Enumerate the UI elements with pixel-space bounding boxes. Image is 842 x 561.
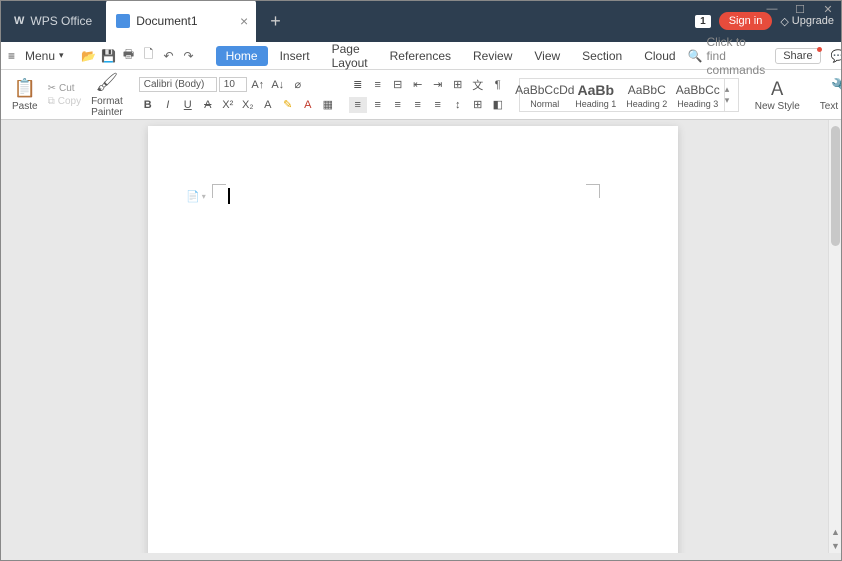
tab-home[interactable]: Home — [216, 46, 268, 66]
tab-type-button[interactable]: ⊞ — [449, 77, 467, 93]
print-preview-icon[interactable]: 🗋 — [140, 47, 158, 65]
new-style-button[interactable]: Ａ New Style — [751, 77, 804, 112]
undo-icon[interactable]: ↶ — [160, 47, 178, 65]
document-area[interactable]: 📄 — [0, 120, 828, 553]
cut-button[interactable]: ✂ Cut — [48, 83, 82, 94]
styles-gallery: AaBbCcDd Normal AaBb Heading 1 AaBbC Hea… — [519, 78, 739, 112]
document-icon — [116, 14, 130, 28]
align-center-button[interactable]: ≡ — [369, 97, 387, 113]
chevron-down-icon: ▾ — [59, 50, 64, 61]
menubar: ≡ Menu ▾ 📂 💾 🖶 🗋 ↶ ↷ Home Insert Page La… — [0, 42, 842, 70]
window-maximize[interactable]: ☐ — [786, 0, 814, 18]
style-normal[interactable]: AaBbCcDd Normal — [520, 79, 570, 111]
quick-access-toolbar: 📂 💾 🖶 🗋 ↶ ↷ — [80, 47, 198, 65]
paste-icon: 📋 — [14, 77, 36, 99]
increase-indent-button[interactable]: ⇥ — [429, 77, 447, 93]
paragraph-group: ≣ ≡ ⊟ ⇤ ⇥ ⊞ 文 ¶ ≡ ≡ ≡ ≡ ≡ ↕ ⊞ ◧ — [349, 77, 507, 113]
italic-button[interactable]: I — [159, 97, 177, 113]
new-style-icon: Ａ — [766, 77, 788, 99]
tab-section[interactable]: Section — [572, 46, 632, 66]
print-icon[interactable]: 🖶 — [120, 47, 138, 65]
margin-corner-tl — [212, 184, 226, 198]
font-group: Calibri (Body) 10 A↑ A↓ ⌀ B I U A X² X₂ … — [139, 77, 337, 113]
tab-review[interactable]: Review — [463, 46, 522, 66]
page[interactable]: 📄 — [148, 126, 678, 553]
share-button[interactable]: Share — [775, 48, 820, 64]
strikethrough-button[interactable]: A — [199, 97, 217, 113]
window-minimize[interactable]: — — [758, 0, 786, 18]
tab-insert[interactable]: Insert — [270, 46, 320, 66]
subscript-button[interactable]: X₂ — [239, 97, 257, 113]
margin-corner-tr — [586, 184, 600, 198]
menu-hamburger-icon[interactable]: ≡ — [8, 49, 15, 63]
window-close[interactable]: ✕ — [814, 0, 842, 18]
app-tab[interactable]: W WPS Office — [0, 0, 106, 42]
paste-group[interactable]: 📋 Paste — [8, 77, 42, 112]
underline-button[interactable]: U — [179, 97, 197, 113]
multilevel-button[interactable]: ⊟ — [389, 77, 407, 93]
text-effects-button[interactable]: A — [259, 97, 277, 113]
text-cursor — [228, 188, 230, 204]
style-heading2[interactable]: AaBbC Heading 2 — [622, 79, 672, 111]
align-right-button[interactable]: ≡ — [389, 97, 407, 113]
grow-font-icon[interactable]: A↑ — [249, 77, 267, 93]
search-icon: 🔍 — [688, 49, 703, 63]
menu-dropdown[interactable]: Menu ▾ — [17, 47, 72, 65]
save-icon[interactable]: 💾 — [100, 47, 118, 65]
superscript-button[interactable]: X² — [219, 97, 237, 113]
paragraph-mark-icon: 📄 — [186, 189, 198, 203]
bold-button[interactable]: B — [139, 97, 157, 113]
app-name: WPS Office — [30, 14, 92, 28]
open-icon[interactable]: 📂 — [80, 47, 98, 65]
styles-more-button[interactable]: ▴▾ — [724, 79, 738, 111]
document-name: Document1 — [136, 14, 197, 28]
text-tools-button[interactable]: 🔧 Text Tools — [816, 77, 842, 112]
shrink-font-icon[interactable]: A↓ — [269, 77, 287, 93]
style-heading1[interactable]: AaBb Heading 1 — [571, 79, 621, 111]
decrease-indent-button[interactable]: ⇤ — [409, 77, 427, 93]
font-name-select[interactable]: Calibri (Body) — [139, 77, 217, 92]
close-tab-icon[interactable]: × — [240, 13, 248, 29]
tab-references[interactable]: References — [380, 46, 461, 66]
align-left-button[interactable]: ≡ — [349, 97, 367, 113]
vertical-scrollbar[interactable]: ▲ ▼ — [828, 120, 842, 553]
copy-button[interactable]: ⧉ Copy — [48, 96, 82, 107]
borders-button[interactable]: ⊞ — [469, 97, 487, 113]
numbering-button[interactable]: ≡ — [369, 77, 387, 93]
notification-badge[interactable]: 1 — [695, 15, 711, 28]
text-direction-button[interactable]: 文 — [469, 77, 487, 93]
bullets-button[interactable]: ≣ — [349, 77, 367, 93]
scroll-down-icon[interactable]: ▼ — [829, 539, 842, 553]
shading-button[interactable]: ▦ — [319, 97, 337, 113]
clear-format-icon[interactable]: ⌀ — [289, 77, 307, 93]
wps-logo-icon: W — [14, 15, 24, 27]
format-painter-icon: 🖌 — [96, 72, 118, 94]
scrollbar-thumb[interactable] — [831, 126, 840, 246]
new-tab-button[interactable]: + — [256, 0, 295, 42]
tab-page-layout[interactable]: Page Layout — [322, 39, 378, 73]
para-shading-button[interactable]: ◧ — [489, 97, 507, 113]
justify-button[interactable]: ≡ — [409, 97, 427, 113]
style-heading3[interactable]: AaBbCc Heading 3 — [673, 79, 723, 111]
distribute-button[interactable]: ≡ — [429, 97, 447, 113]
show-marks-button[interactable]: ¶ — [489, 77, 507, 93]
font-color-button[interactable]: A — [299, 97, 317, 113]
scroll-up-icon[interactable]: ▲ — [829, 525, 842, 539]
tab-cloud[interactable]: Cloud — [634, 46, 685, 66]
format-painter-group[interactable]: 🖌 Format Painter — [87, 72, 127, 118]
command-search[interactable]: 🔍 Click to find commands — [688, 35, 766, 77]
ribbon: 📋 Paste ✂ Cut ⧉ Copy 🖌 Format Painter Ca… — [0, 70, 842, 120]
text-tools-icon: 🔧 — [831, 77, 842, 99]
chat-icon[interactable]: 💬 — [831, 49, 842, 63]
line-spacing-button[interactable]: ↕ — [449, 97, 467, 113]
redo-icon[interactable]: ↷ — [180, 47, 198, 65]
font-size-select[interactable]: 10 — [219, 77, 247, 92]
highlight-button[interactable]: ✎ — [279, 97, 297, 113]
document-tab[interactable]: Document1 × — [106, 0, 256, 42]
tab-view[interactable]: View — [524, 46, 570, 66]
